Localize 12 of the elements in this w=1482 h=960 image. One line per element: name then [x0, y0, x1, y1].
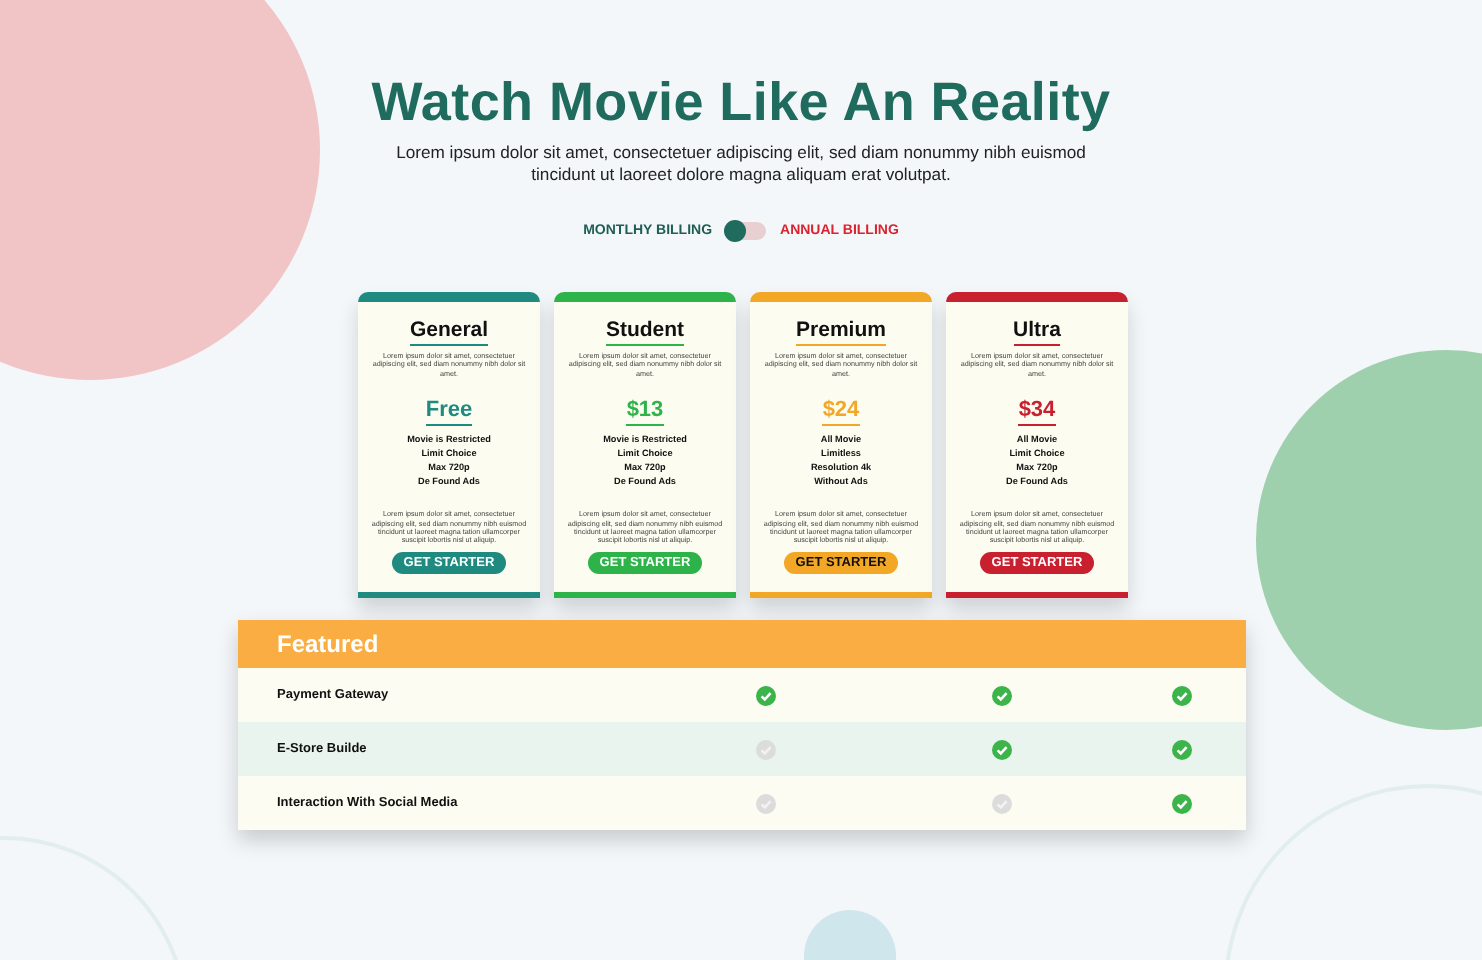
table-header: Featured	[237, 620, 1245, 668]
plan-name: Student	[605, 318, 685, 346]
plan-name: Premium	[796, 318, 886, 346]
plan-price: $13	[626, 398, 664, 427]
plan-price: $34	[1018, 398, 1056, 427]
billing-toggle[interactable]	[726, 222, 767, 240]
page-subtitle: Lorem ipsum dolor sit amet, consectetuer adipiscing elit, sed diam nonummy nibh euismod tincidunt ut laoreet dolore magna aliquam erat volutpat.	[394, 142, 1088, 186]
plan-name: General	[409, 318, 489, 346]
plan-price: Free	[425, 398, 473, 427]
plan-name: Ultra	[1013, 318, 1061, 346]
plan-price: $24	[822, 398, 860, 427]
page-title: Watch Movie Like An Reality	[371, 72, 1111, 134]
